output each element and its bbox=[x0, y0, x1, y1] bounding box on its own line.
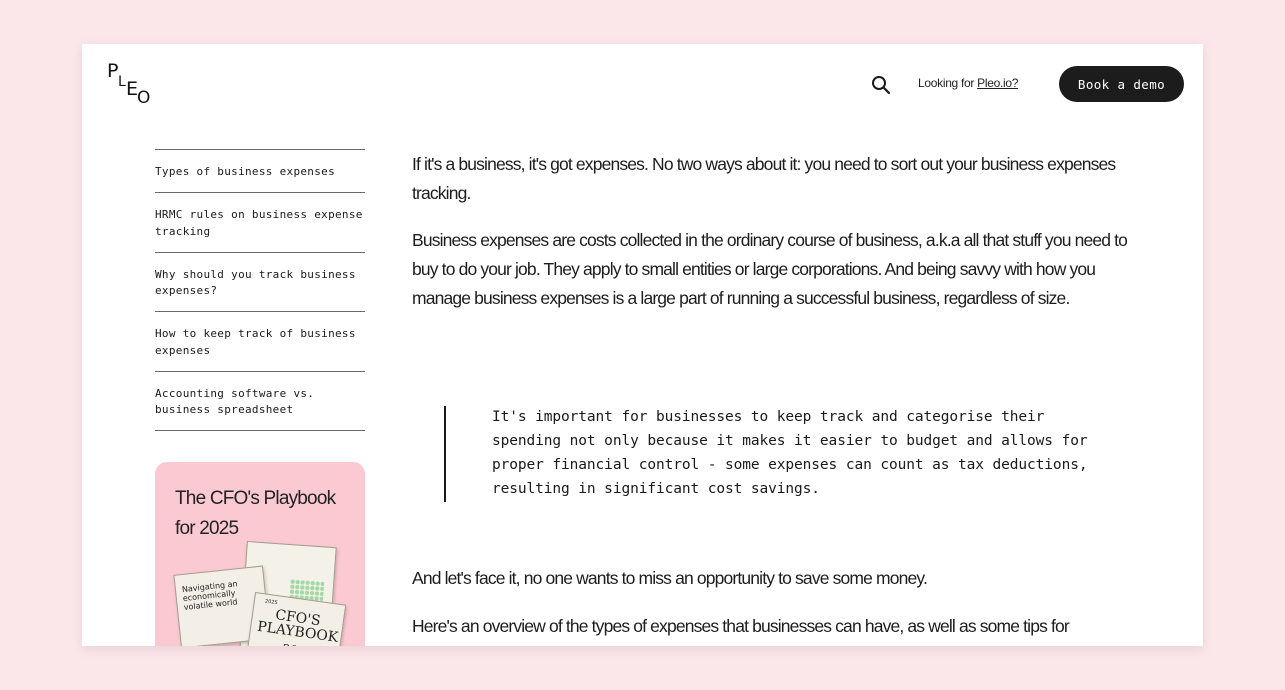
search-icon bbox=[872, 76, 891, 95]
cfo-playbook-promo[interactable]: The CFO's Playbook for 2025 Navigating a… bbox=[155, 462, 365, 646]
booklet-front-top: 2025 bbox=[264, 598, 278, 607]
toc-item-hrmc-rules[interactable]: HRMC rules on business expense tracking bbox=[155, 192, 365, 252]
search-button[interactable] bbox=[870, 74, 892, 96]
logo-letter-l: L bbox=[118, 74, 126, 90]
toc-divider bbox=[155, 430, 365, 431]
toc-item-software-vs-spreadsheet[interactable]: Accounting software vs. business spreads… bbox=[155, 370, 365, 431]
pleo-io-link[interactable]: Pleo.io? bbox=[977, 76, 1018, 90]
table-of-contents: Types of business expenses HRMC rules on… bbox=[155, 149, 365, 431]
book-demo-button[interactable]: Book a demo bbox=[1059, 66, 1184, 102]
paragraph-intro: If it's a business, it's got expenses. N… bbox=[412, 154, 1116, 203]
booklet-front-title: CFO'S PLAYBOOK bbox=[256, 607, 340, 646]
toc-item-types[interactable]: Types of business expenses bbox=[155, 149, 365, 192]
quote-bar bbox=[444, 406, 446, 502]
paragraph-overview: Here's an overview of the types of expen… bbox=[412, 616, 1070, 636]
looking-for-label: Looking for bbox=[918, 76, 975, 90]
promo-title: The CFO's Playbook for 2025 bbox=[175, 488, 336, 539]
logo-letter-o: O bbox=[137, 88, 151, 108]
pleo-logo[interactable]: P L E O bbox=[106, 60, 154, 108]
looking-for-text: Looking for Pleo.io? bbox=[918, 76, 1018, 90]
logo-letter-p: P bbox=[107, 60, 119, 82]
browser-window: P L E O Looking for Pleo.io? Book a demo… bbox=[82, 44, 1203, 646]
paragraph-save-money: And let's face it, no one wants to miss … bbox=[412, 568, 928, 588]
toc-item-how-to-track[interactable]: How to keep track of business expenses bbox=[155, 311, 365, 371]
toc-item-why-track[interactable]: Why should you track business expenses? bbox=[155, 251, 365, 312]
booklet-left-text: Navigating an economically volatile worl… bbox=[181, 579, 238, 612]
pull-quote: It's important for businesses to keep tr… bbox=[492, 409, 1088, 497]
paragraph-definition: Business expenses are costs collected in… bbox=[412, 230, 1128, 308]
